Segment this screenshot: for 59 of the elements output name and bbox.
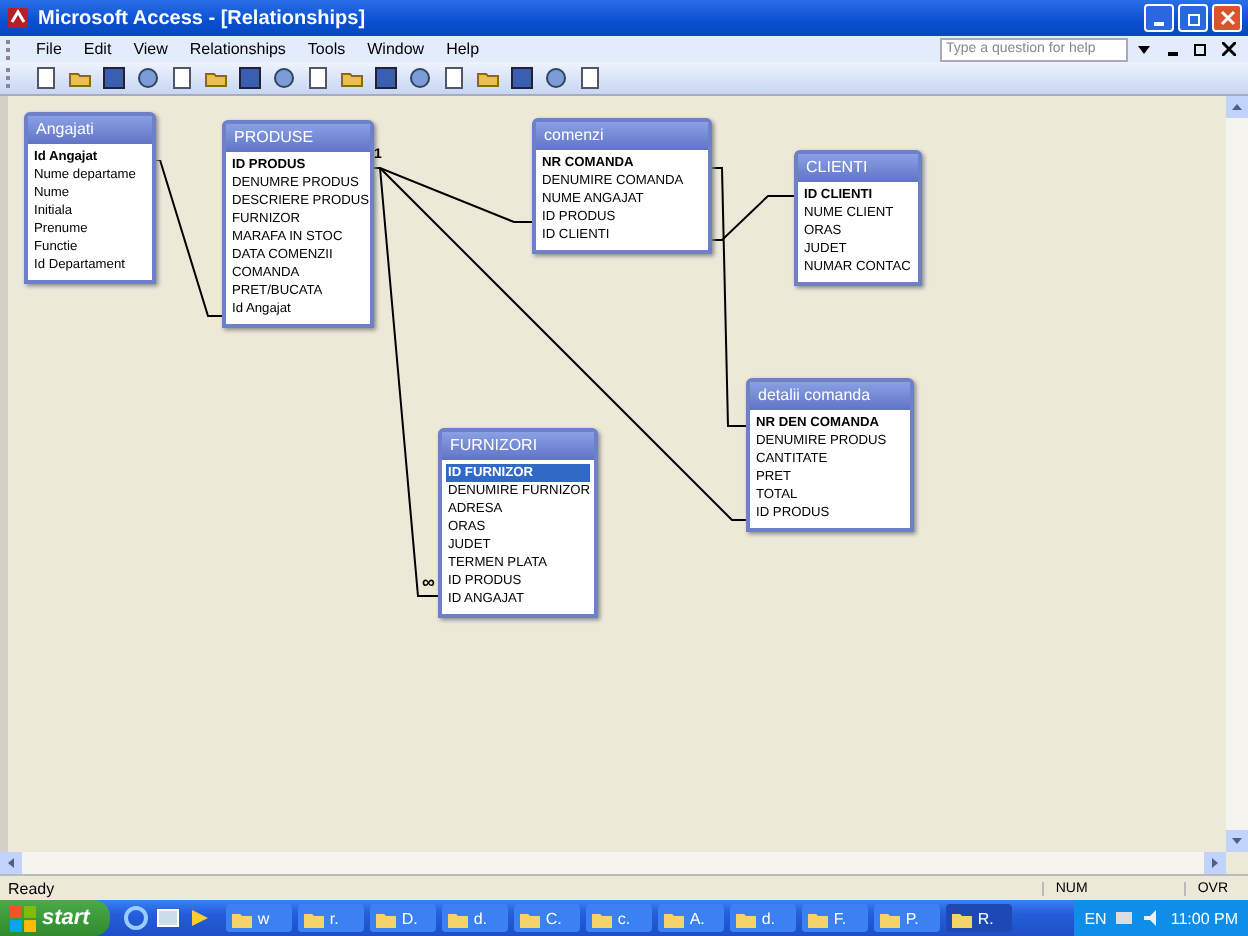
taskbar-button[interactable]: D. [369, 904, 436, 932]
table-title: FURNIZORI [442, 432, 594, 460]
close-icon[interactable] [1216, 42, 1242, 56]
menu-item[interactable]: View [123, 40, 178, 58]
dropdown-icon[interactable] [1138, 45, 1150, 53]
folder-icon [375, 909, 396, 927]
cardinality-label: ∞ [422, 574, 435, 592]
taskbar-button[interactable]: C. [513, 904, 580, 932]
start-button[interactable]: start [0, 900, 110, 936]
scroll-up-icon[interactable] [1226, 96, 1248, 118]
desktop-icon[interactable] [155, 906, 180, 930]
folder-icon [663, 909, 684, 927]
table-title: detalii comanda [750, 382, 910, 410]
taskbar-button[interactable]: R. [945, 904, 1012, 932]
table-title: CLIENTI [798, 154, 918, 182]
taskbar-button[interactable]: r. [297, 904, 364, 932]
minimize-button[interactable] [1144, 4, 1174, 32]
media-icon[interactable] [187, 906, 212, 930]
table-title: Angajati [28, 116, 152, 144]
menu-item[interactable]: Tools [297, 40, 356, 58]
menu-item[interactable]: Window [357, 40, 435, 58]
vertical-scrollbar[interactable] [1226, 96, 1248, 852]
menu-item[interactable]: Help [436, 40, 490, 58]
scroll-right-icon[interactable] [1204, 852, 1226, 874]
folder-icon [807, 909, 828, 927]
close-button[interactable] [1212, 4, 1242, 32]
folder-icon [447, 909, 468, 927]
folder-icon [735, 909, 756, 927]
scroll-down-icon[interactable] [1226, 830, 1248, 852]
taskbar-button[interactable]: P. [873, 904, 940, 932]
taskbar-button[interactable]: d. [441, 904, 508, 932]
clock: 11:00 PM [1170, 909, 1238, 927]
folder-icon [519, 909, 540, 927]
taskbar-button[interactable]: A. [657, 904, 724, 932]
status-message: Ready [8, 879, 57, 897]
folder-icon [951, 909, 972, 927]
taskbar-button[interactable]: c. [585, 904, 652, 932]
folder-icon [591, 909, 612, 927]
window-title: Microsoft Access - [Relationships] [38, 7, 366, 29]
taskbar-button[interactable]: d. [729, 904, 796, 932]
folder-icon [231, 909, 252, 927]
scroll-left-icon[interactable] [0, 852, 22, 874]
close-icon [1219, 10, 1235, 26]
new-file-icon[interactable] [34, 66, 58, 90]
taskbar-button[interactable]: F. [801, 904, 868, 932]
browser-icon[interactable] [123, 906, 148, 930]
network-icon[interactable] [1114, 908, 1135, 928]
restore-button[interactable] [1178, 4, 1208, 32]
taskbar-button[interactable]: w [225, 904, 292, 932]
folder-icon [879, 909, 900, 927]
menu-item[interactable]: Edit [73, 40, 122, 58]
horizontal-scrollbar[interactable] [0, 852, 1226, 874]
restore-icon [1185, 10, 1201, 26]
menu-item[interactable]: Relationships [179, 40, 296, 58]
table-title: comenzi [536, 122, 708, 150]
folder-icon [303, 909, 324, 927]
menu-item[interactable]: File [26, 40, 72, 58]
windows-flag-icon [10, 905, 36, 931]
table-title: PRODUSE [226, 124, 370, 152]
